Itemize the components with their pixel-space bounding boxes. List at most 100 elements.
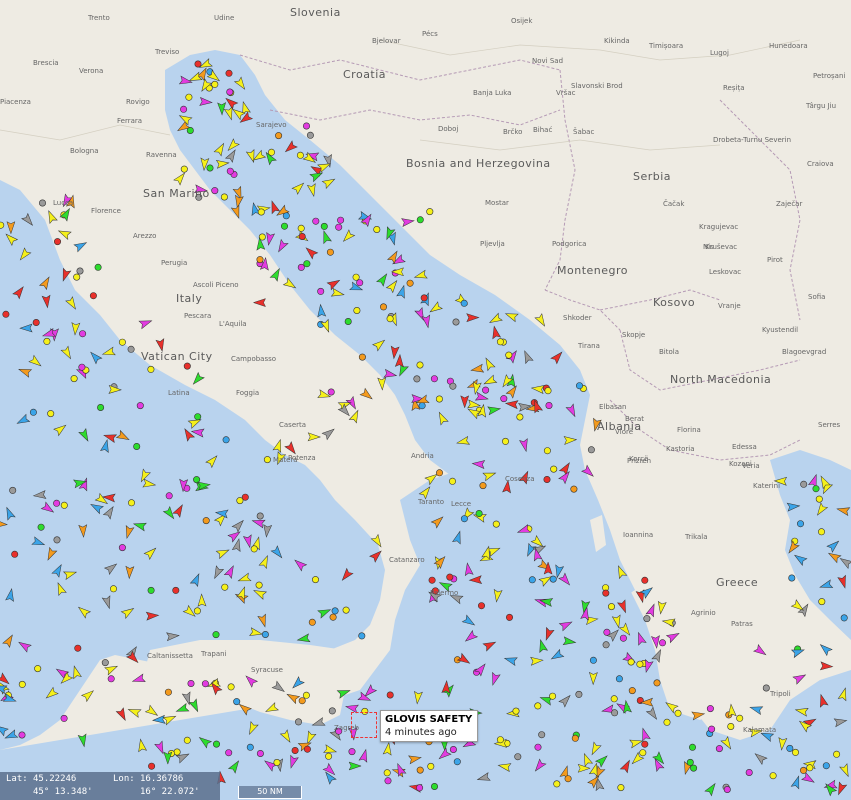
anchored-vessel-marker[interactable] xyxy=(246,743,254,751)
anchored-vessel-marker[interactable] xyxy=(611,709,619,717)
anchored-vessel-marker[interactable] xyxy=(543,475,551,483)
anchored-vessel-marker[interactable] xyxy=(303,260,311,268)
anchored-vessel-marker[interactable] xyxy=(815,495,823,503)
anchored-vessel-marker[interactable] xyxy=(446,573,454,581)
anchored-vessel-marker[interactable] xyxy=(496,736,504,744)
anchored-vessel-marker[interactable] xyxy=(840,614,848,622)
anchored-vessel-marker[interactable] xyxy=(688,743,696,751)
anchored-vessel-marker[interactable] xyxy=(147,365,155,373)
anchored-vessel-marker[interactable] xyxy=(257,208,265,216)
anchored-vessel-marker[interactable] xyxy=(183,736,191,744)
anchored-vessel-marker[interactable] xyxy=(413,375,421,383)
anchored-vessel-marker[interactable] xyxy=(550,465,558,473)
anchored-vessel-marker[interactable] xyxy=(180,165,188,173)
anchored-vessel-marker[interactable] xyxy=(416,361,424,369)
anchored-vessel-marker[interactable] xyxy=(418,402,426,410)
anchored-vessel-marker[interactable] xyxy=(500,395,508,403)
anchored-vessel-marker[interactable] xyxy=(353,306,361,314)
anchored-vessel-marker[interactable] xyxy=(727,722,735,730)
anchored-vessel-marker[interactable] xyxy=(587,446,595,454)
anchored-vessel-marker[interactable] xyxy=(206,164,214,172)
anchored-vessel-marker[interactable] xyxy=(9,486,17,494)
anchored-vessel-marker[interactable] xyxy=(806,764,814,772)
anchored-vessel-marker[interactable] xyxy=(516,413,524,421)
anchored-vessel-marker[interactable] xyxy=(43,337,51,345)
anchored-vessel-marker[interactable] xyxy=(575,690,583,698)
anchored-vessel-marker[interactable] xyxy=(312,217,320,225)
anchored-vessel-marker[interactable] xyxy=(427,762,435,770)
anchored-vessel-marker[interactable] xyxy=(261,630,269,638)
anchored-vessel-marker[interactable] xyxy=(706,705,714,713)
anchored-vessel-marker[interactable] xyxy=(791,748,799,756)
anchored-vessel-marker[interactable] xyxy=(534,702,542,710)
anchored-vessel-marker[interactable] xyxy=(53,536,61,544)
anchored-vessel-marker[interactable] xyxy=(172,586,180,594)
anchored-vessel-marker[interactable] xyxy=(329,613,337,621)
anchored-vessel-marker[interactable] xyxy=(452,318,460,326)
anchored-vessel-marker[interactable] xyxy=(543,447,551,455)
anchored-vessel-marker[interactable] xyxy=(110,585,118,593)
anchored-vessel-marker[interactable] xyxy=(475,509,483,517)
anchored-vessel-marker[interactable] xyxy=(723,785,731,793)
anchored-vessel-marker[interactable] xyxy=(337,216,345,224)
anchored-vessel-marker[interactable] xyxy=(607,603,615,611)
anchored-vessel-marker[interactable] xyxy=(211,187,219,195)
anchored-vessel-marker[interactable] xyxy=(308,618,316,626)
anchored-vessel-marker[interactable] xyxy=(708,725,716,733)
anchored-vessel-marker[interactable] xyxy=(538,731,546,739)
anchored-vessel-marker[interactable] xyxy=(564,775,572,783)
anchored-vessel-marker[interactable] xyxy=(32,318,40,326)
anchored-vessel-marker[interactable] xyxy=(690,764,698,772)
anchored-vessel-marker[interactable] xyxy=(256,512,264,520)
anchored-vessel-marker[interactable] xyxy=(302,122,310,130)
anchored-vessel-marker[interactable] xyxy=(327,388,335,396)
anchored-vessel-marker[interactable] xyxy=(147,586,155,594)
anchored-vessel-marker[interactable] xyxy=(211,80,219,88)
anchored-vessel-marker[interactable] xyxy=(479,482,487,490)
anchored-vessel-marker[interactable] xyxy=(303,745,311,753)
anchored-vessel-marker[interactable] xyxy=(202,517,210,525)
anchored-vessel-marker[interactable] xyxy=(430,782,438,790)
anchored-vessel-marker[interactable] xyxy=(187,679,195,687)
anchored-vessel-marker[interactable] xyxy=(186,127,194,135)
anchored-vessel-marker[interactable] xyxy=(352,273,360,281)
anchored-vessel-marker[interactable] xyxy=(818,598,826,606)
anchored-vessel-marker[interactable] xyxy=(571,734,579,742)
anchored-vessel-marker[interactable] xyxy=(74,644,82,652)
anchored-vessel-marker[interactable] xyxy=(233,698,241,706)
anchored-vessel-marker[interactable] xyxy=(379,303,387,311)
selected-vessel-marker[interactable] xyxy=(351,712,377,738)
anchored-vessel-marker[interactable] xyxy=(435,395,443,403)
anchored-vessel-marker[interactable] xyxy=(449,745,457,753)
anchored-vessel-marker[interactable] xyxy=(227,683,235,691)
anchored-vessel-marker[interactable] xyxy=(280,222,288,230)
anchored-vessel-marker[interactable] xyxy=(298,233,306,241)
anchored-vessel-marker[interactable] xyxy=(194,60,202,68)
anchored-vessel-marker[interactable] xyxy=(460,515,468,523)
anchored-vessel-marker[interactable] xyxy=(383,769,391,777)
anchored-vessel-marker[interactable] xyxy=(619,634,627,642)
anchored-vessel-marker[interactable] xyxy=(18,731,26,739)
anchored-vessel-marker[interactable] xyxy=(128,499,136,507)
anchored-vessel-marker[interactable] xyxy=(544,387,552,395)
anchored-vessel-marker[interactable] xyxy=(194,413,202,421)
anchored-vessel-marker[interactable] xyxy=(185,93,193,101)
anchored-vessel-marker[interactable] xyxy=(602,589,610,597)
vessel-tooltip[interactable]: GLOVIS SAFETY 4 minutes ago xyxy=(380,710,479,742)
anchored-vessel-marker[interactable] xyxy=(822,762,830,770)
anchored-vessel-marker[interactable] xyxy=(615,675,623,683)
anchored-vessel-marker[interactable] xyxy=(148,762,156,770)
anchored-vessel-marker[interactable] xyxy=(762,684,770,692)
anchored-vessel-marker[interactable] xyxy=(430,375,438,383)
anchored-vessel-marker[interactable] xyxy=(663,718,671,726)
anchored-vessel-marker[interactable] xyxy=(492,520,500,528)
anchored-vessel-marker[interactable] xyxy=(236,497,244,505)
anchored-vessel-marker[interactable] xyxy=(183,362,191,370)
anchored-vessel-marker[interactable] xyxy=(342,606,350,614)
anchored-vessel-marker[interactable] xyxy=(386,691,394,699)
anchored-vessel-marker[interactable] xyxy=(29,408,37,416)
anchored-vessel-marker[interactable] xyxy=(788,574,796,582)
anchored-vessel-marker[interactable] xyxy=(602,641,610,649)
anchored-vessel-marker[interactable] xyxy=(97,403,105,411)
anchored-vessel-marker[interactable] xyxy=(674,709,682,717)
